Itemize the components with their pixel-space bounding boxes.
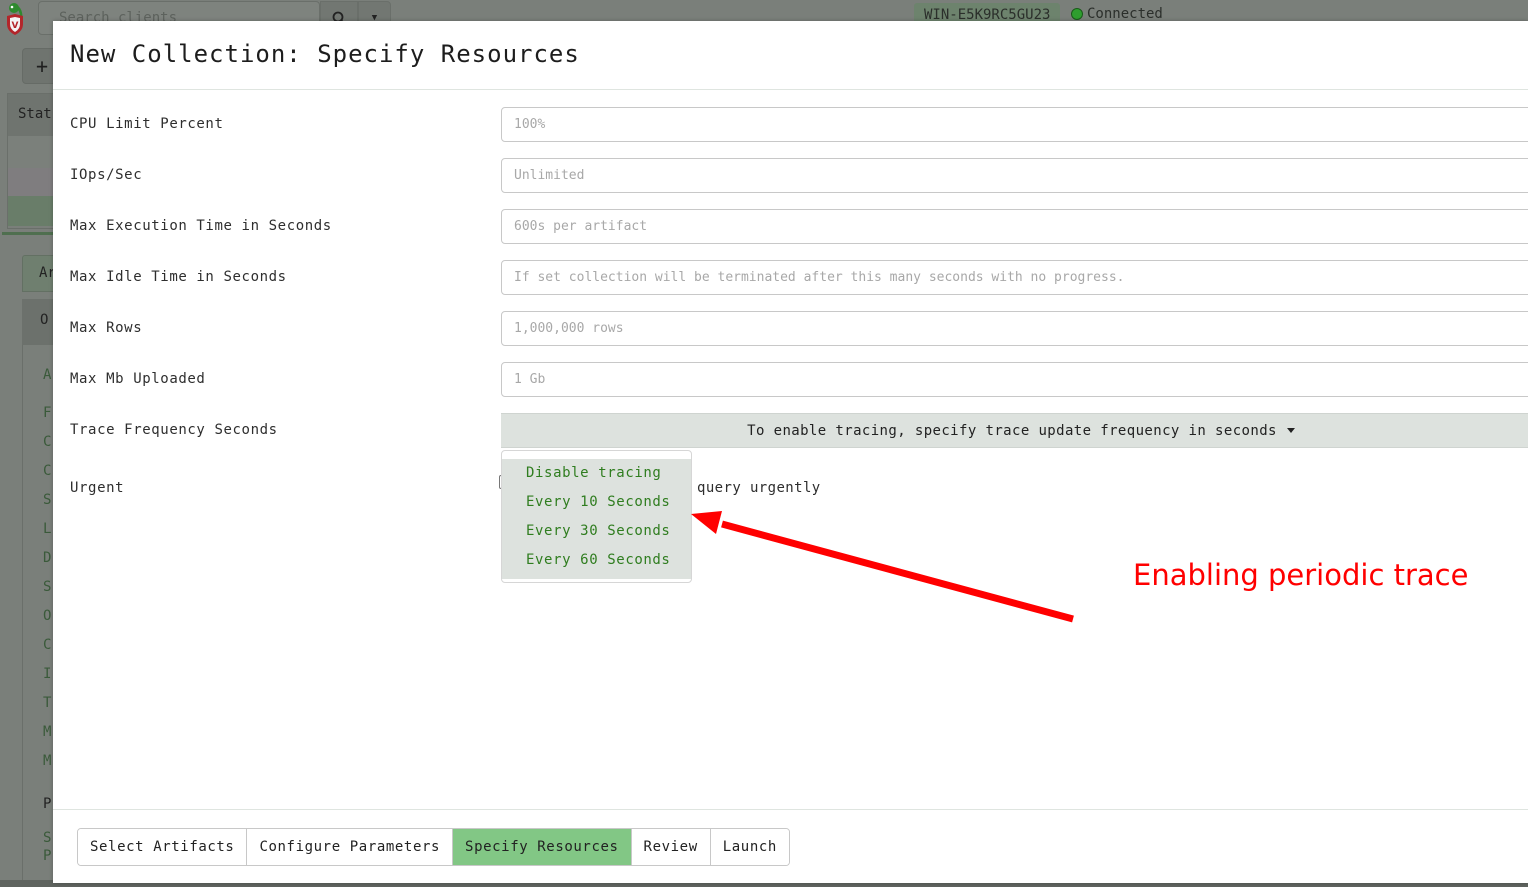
max-idle-time-input[interactable] [501, 260, 1528, 295]
max-rows-label: Max Rows [70, 320, 143, 336]
list-item[interactable]: C [43, 463, 51, 479]
menu-item-every-10-seconds[interactable]: Every 10 Seconds [502, 490, 691, 519]
list-item[interactable]: O [43, 608, 51, 624]
connection-status: Connected [1071, 6, 1163, 22]
form-row-urgent: Urgent query urgently [53, 471, 1528, 507]
modal-title: New Collection: Specify Resources [70, 40, 580, 68]
form-row-trace-frequency: Trace Frequency Seconds To enable tracin… [53, 413, 1528, 449]
connected-dot-icon [1071, 8, 1083, 20]
new-collection-modal: New Collection: Specify Resources CPU Li… [53, 21, 1528, 883]
step-review-button[interactable]: Review [631, 829, 711, 865]
form-row-iops: IOps/Sec [53, 158, 1528, 194]
form-row-max-execution-time: Max Execution Time in Seconds [53, 209, 1528, 245]
urgent-checkbox-label: query urgently [697, 480, 821, 496]
list-item[interactable]: S [43, 492, 51, 508]
urgent-label: Urgent [70, 480, 125, 496]
modal-footer: Select Artifacts Configure Parameters Sp… [53, 809, 1528, 883]
cpu-limit-input[interactable] [501, 107, 1528, 142]
list-item[interactable]: S [43, 579, 51, 595]
list-item[interactable]: M [43, 724, 51, 740]
step-select-artifacts-button[interactable]: Select Artifacts [78, 829, 248, 865]
max-mb-uploaded-input[interactable] [501, 362, 1528, 397]
connection-status-label: Connected [1087, 6, 1163, 22]
list-item[interactable]: A [43, 367, 51, 383]
caret-down-icon [1286, 428, 1295, 433]
iops-input[interactable] [501, 158, 1528, 193]
trace-frequency-menu: Disable tracing Every 10 Seconds Every 3… [501, 450, 692, 583]
menu-item-every-60-seconds[interactable]: Every 60 Seconds [502, 548, 691, 577]
menu-item-disable-tracing[interactable]: Disable tracing [502, 461, 691, 490]
modal-header: New Collection: Specify Resources [53, 21, 1528, 90]
max-execution-time-input[interactable] [501, 209, 1528, 244]
form-row-max-mb-uploaded: Max Mb Uploaded [53, 362, 1528, 398]
annotation-label: Enabling periodic trace [1133, 558, 1469, 592]
list-item[interactable]: C [43, 637, 51, 653]
list-item[interactable]: I [43, 666, 51, 682]
trace-frequency-dropdown[interactable]: To enable tracing, specify trace update … [501, 413, 1528, 448]
wizard-steps: Select Artifacts Configure Parameters Sp… [77, 828, 790, 866]
menu-item-every-30-seconds[interactable]: Every 30 Seconds [502, 519, 691, 548]
list-item[interactable]: F [43, 405, 51, 421]
trace-frequency-selected: To enable tracing, specify trace update … [747, 422, 1277, 439]
step-configure-parameters-button[interactable]: Configure Parameters [247, 829, 454, 865]
max-rows-input[interactable] [501, 311, 1528, 346]
velociraptor-logo-icon: V [7, 3, 23, 35]
list-item[interactable]: P [43, 848, 51, 864]
step-launch-button[interactable]: Launch [710, 829, 789, 865]
iops-label: IOps/Sec [70, 167, 143, 183]
max-mb-uploaded-label: Max Mb Uploaded [70, 371, 206, 387]
list-section-heading: P [43, 796, 52, 812]
list-item[interactable]: T [43, 695, 51, 711]
list-item[interactable]: S [43, 830, 51, 846]
list-item[interactable]: L [43, 521, 51, 537]
svg-text:V: V [12, 21, 19, 31]
trace-frequency-label: Trace Frequency Seconds [70, 422, 278, 438]
max-idle-time-label: Max Idle Time in Seconds [70, 269, 287, 285]
form-row-max-rows: Max Rows [53, 311, 1528, 347]
list-item[interactable]: M [43, 753, 51, 769]
list-item[interactable]: C [43, 434, 51, 450]
cpu-limit-label: CPU Limit Percent [70, 116, 224, 132]
form-row-max-idle-time: Max Idle Time in Seconds [53, 260, 1528, 296]
step-specify-resources-button[interactable]: Specify Resources [453, 829, 632, 865]
form-row-cpu-limit: CPU Limit Percent [53, 107, 1528, 143]
list-item[interactable]: D [43, 550, 51, 566]
max-execution-time-label: Max Execution Time in Seconds [70, 218, 332, 234]
